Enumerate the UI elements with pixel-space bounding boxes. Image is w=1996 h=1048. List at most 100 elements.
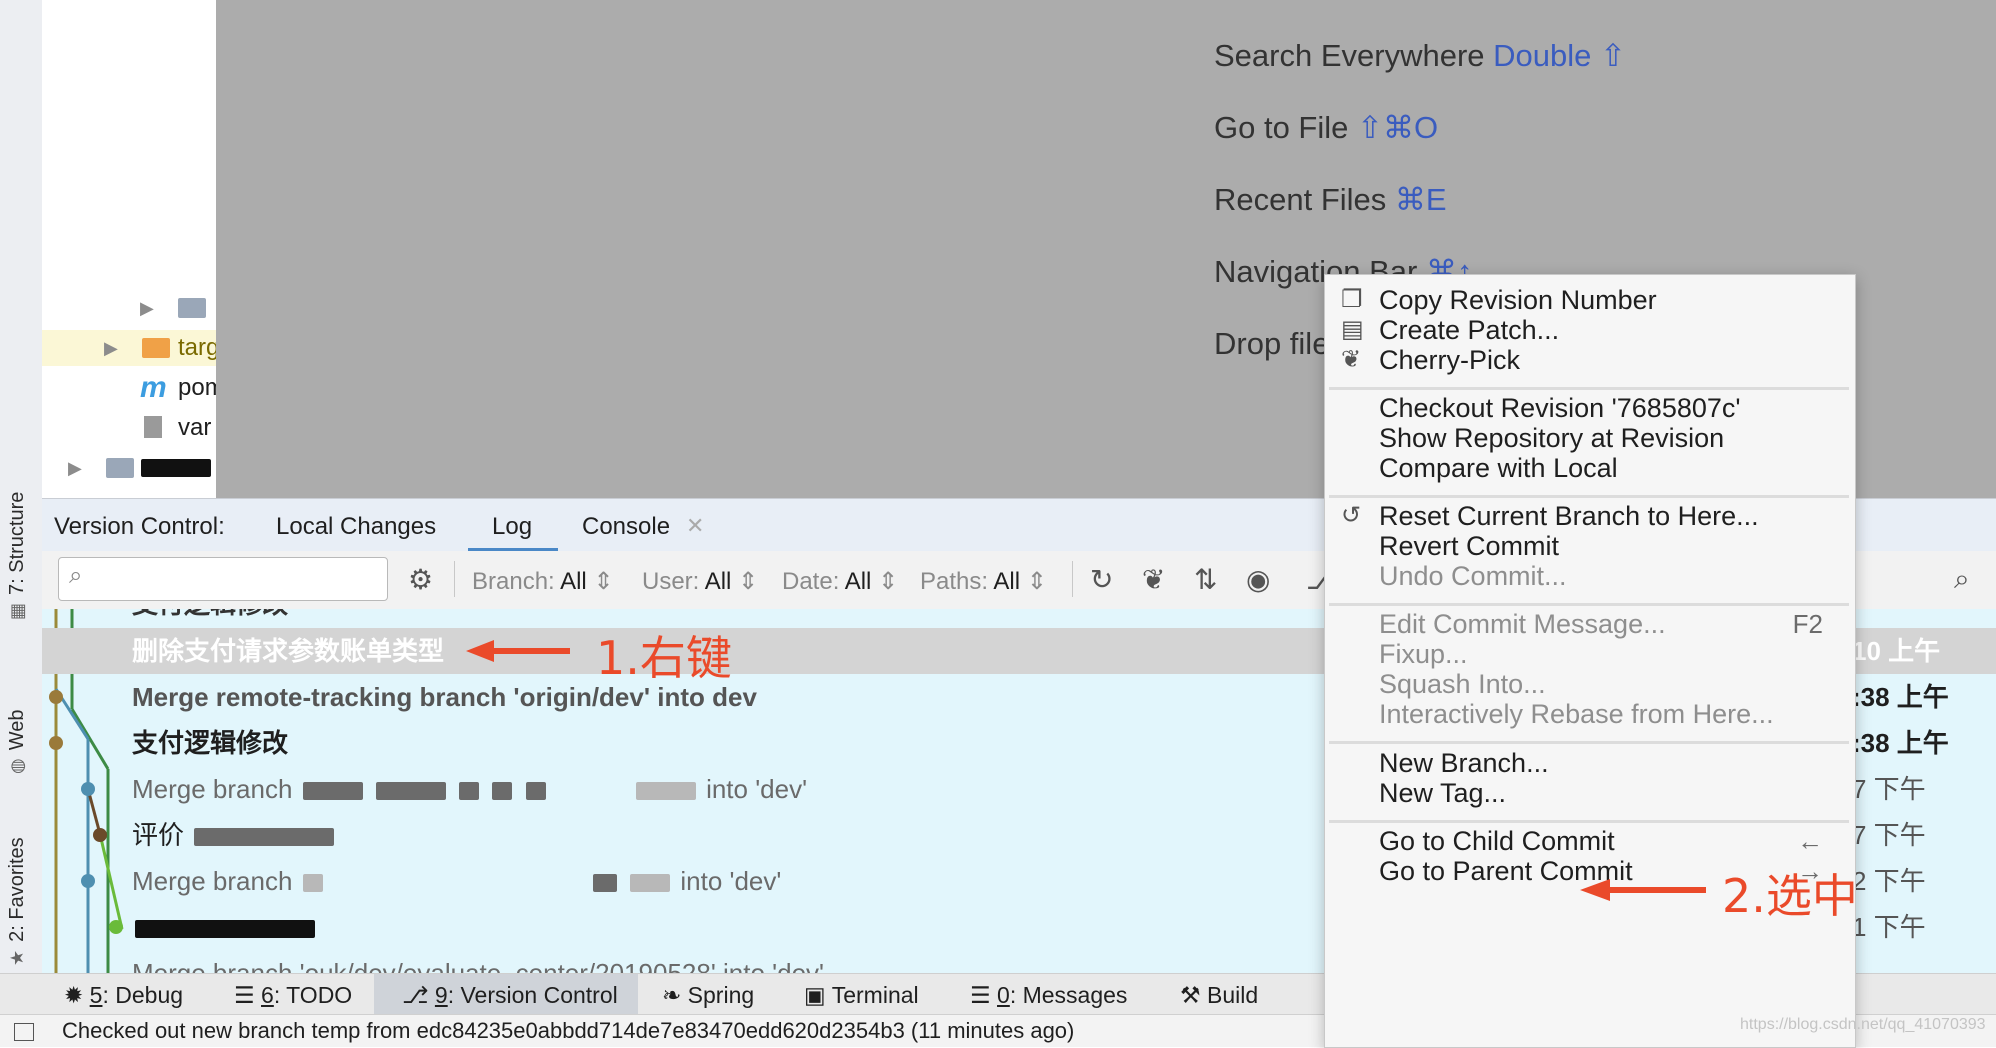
globe-icon: ◍ — [7, 758, 27, 774]
menu-item-revert-commit[interactable]: Revert Commit — [1379, 531, 1559, 562]
redacted-text — [492, 782, 513, 801]
undo-icon: ↺ — [1341, 502, 1362, 529]
expand-arrow-icon[interactable]: ▶ — [68, 450, 82, 486]
structure-tool-tab[interactable]: ▦7: Structure — [6, 492, 29, 620]
watermark: https://blog.csdn.net/qq_41070393 — [1740, 1016, 1986, 1033]
search-icon: ⌕ — [69, 562, 83, 589]
folder-icon — [106, 458, 134, 478]
file-icon — [144, 416, 162, 438]
menu-item-new-tag[interactable]: New Tag... — [1379, 778, 1506, 809]
tab-log[interactable]: Log — [492, 513, 532, 541]
folder-icon — [178, 298, 206, 318]
eye-icon[interactable]: ◉ — [1246, 563, 1270, 596]
redacted-text — [525, 782, 546, 801]
redacted-text — [194, 828, 335, 847]
debug-tool-button[interactable]: ✹ 5: Debug — [64, 982, 183, 1009]
redacted-text — [141, 459, 211, 477]
tree-item[interactable]: ▶ — [42, 450, 216, 486]
tab-console[interactable]: Console — [582, 513, 670, 541]
hint-go-to-file: Go to File ⇧⌘O — [1214, 110, 1439, 145]
build-tool-button[interactable]: ⚒ Build — [1180, 982, 1258, 1009]
tree-item-var[interactable]: var — [42, 410, 216, 446]
status-message: Checked out new branch temp from edc8423… — [62, 1018, 1075, 1043]
folder-icon — [142, 338, 170, 358]
project-tree: ▶ ▶ target m pom.xml var ▶ — [42, 0, 216, 498]
vc-title: Version Control: — [54, 513, 225, 540]
menu-item-edit-commit-message: Edit Commit Message... — [1379, 609, 1666, 639]
version-control-tool-button[interactable]: ⎇ 9: Version Control — [402, 982, 618, 1009]
menu-separator — [1329, 495, 1849, 498]
menu-item-compare-local[interactable]: Compare with Local — [1379, 453, 1618, 484]
hammer-icon: ⚒ — [1180, 982, 1201, 1008]
terminal-icon: ▣ — [804, 982, 826, 1008]
redacted-text — [459, 782, 480, 801]
annotation-step1: 1.右键 — [596, 631, 732, 685]
menu-item-checkout-revision[interactable]: Checkout Revision '7685807c' — [1379, 393, 1741, 424]
annotation-step2: 2.选中 — [1722, 869, 1858, 923]
web-tool-tab[interactable]: ◍Web — [6, 710, 29, 774]
user-filter[interactable]: User: All ⇕ — [642, 567, 758, 596]
expand-arrow-icon[interactable]: ▶ — [104, 330, 118, 366]
bug-icon: ✹ — [64, 982, 84, 1008]
context-menu: ❐ Copy Revision Number ▤ Create Patch...… — [1324, 274, 1856, 1048]
tree-item[interactable]: ▶ — [42, 290, 216, 326]
tree-item-target[interactable]: ▶ target — [42, 330, 216, 366]
paths-filter[interactable]: Paths: All ⇕ — [920, 567, 1047, 596]
branch-filter[interactable]: Branch: All ⇕ — [472, 567, 614, 596]
gear-icon[interactable]: ⚙ — [408, 563, 433, 596]
cherry-pick-icon[interactable]: ❦ — [1142, 563, 1165, 596]
status-panel-icon[interactable] — [14, 1023, 34, 1041]
menu-separator — [1329, 603, 1849, 606]
messages-icon: ☰ — [970, 982, 991, 1008]
shortcut-left-arrow: ← — [1797, 826, 1823, 856]
menu-item-copy-revision[interactable]: Copy Revision Number — [1379, 285, 1657, 316]
list-icon: ☰ — [234, 982, 255, 1008]
structure-icon: ▦ — [7, 602, 27, 620]
menu-item-show-repository[interactable]: Show Repository at Revision — [1379, 423, 1724, 454]
toolbar-separator — [1072, 561, 1073, 597]
tab-local-changes[interactable]: Local Changes — [276, 513, 436, 541]
sort-icon[interactable]: ⇅ — [1194, 563, 1217, 596]
star-icon: ★ — [7, 949, 27, 966]
hint-recent-files: Recent Files ⌘E — [1214, 182, 1447, 217]
menu-item-undo-commit: Undo Commit... — [1379, 561, 1567, 591]
redacted-text — [592, 874, 617, 893]
redacted-text — [375, 782, 446, 801]
menu-item-squash-into: Squash Into... — [1379, 669, 1546, 699]
messages-tool-button[interactable]: ☰ 0: Messages — [970, 982, 1127, 1009]
terminal-tool-button[interactable]: ▣ Terminal — [804, 982, 919, 1009]
menu-item-fixup: Fixup... — [1379, 639, 1468, 669]
menu-separator — [1329, 387, 1849, 390]
copy-icon: ❐ — [1341, 286, 1363, 313]
date-filter[interactable]: Date: All ⇕ — [782, 567, 898, 596]
cherry-icon: ❦ — [1341, 346, 1362, 373]
redacted-text — [302, 874, 323, 893]
menu-item-interactive-rebase: Interactively Rebase from Here... — [1379, 699, 1774, 729]
spring-icon: ❧ — [662, 982, 682, 1008]
tree-item-pom[interactable]: m pom.xml — [42, 370, 216, 406]
menu-separator — [1329, 820, 1849, 823]
redacted-text — [302, 782, 363, 801]
annotation-arrow-2 — [1580, 879, 1706, 901]
spring-tool-button[interactable]: ❧ Spring — [662, 982, 754, 1009]
menu-item-new-branch[interactable]: New Branch... — [1379, 748, 1549, 779]
menu-item-go-to-child[interactable]: Go to Child Commit — [1379, 826, 1615, 857]
redacted-text — [135, 920, 315, 939]
patch-icon: ▤ — [1341, 316, 1364, 343]
favorites-tool-tab[interactable]: ★2: Favorites — [6, 837, 29, 966]
search-input[interactable]: ⌕ — [58, 557, 388, 601]
menu-item-reset-branch[interactable]: Reset Current Branch to Here... — [1379, 501, 1759, 532]
left-tool-stripe: ▦7: Structure ◍Web ★2: Favorites — [0, 0, 43, 1014]
close-icon[interactable]: ✕ — [686, 513, 704, 539]
vcs-icon: ⎇ — [402, 982, 429, 1008]
redacted-text — [630, 874, 671, 893]
refresh-icon[interactable]: ↻ — [1090, 563, 1113, 596]
redacted-text — [635, 782, 696, 801]
menu-item-create-patch[interactable]: Create Patch... — [1379, 315, 1559, 346]
expand-arrow-icon[interactable]: ▶ — [140, 290, 154, 326]
maven-icon: m — [140, 371, 167, 404]
menu-item-cherry-pick[interactable]: Cherry-Pick — [1379, 345, 1520, 376]
hint-search-everywhere: Search Everywhere Double ⇧ — [1214, 38, 1626, 73]
todo-tool-button[interactable]: ☰ 6: TODO — [234, 982, 352, 1009]
search-icon[interactable]: ⌕ — [1954, 563, 1970, 596]
